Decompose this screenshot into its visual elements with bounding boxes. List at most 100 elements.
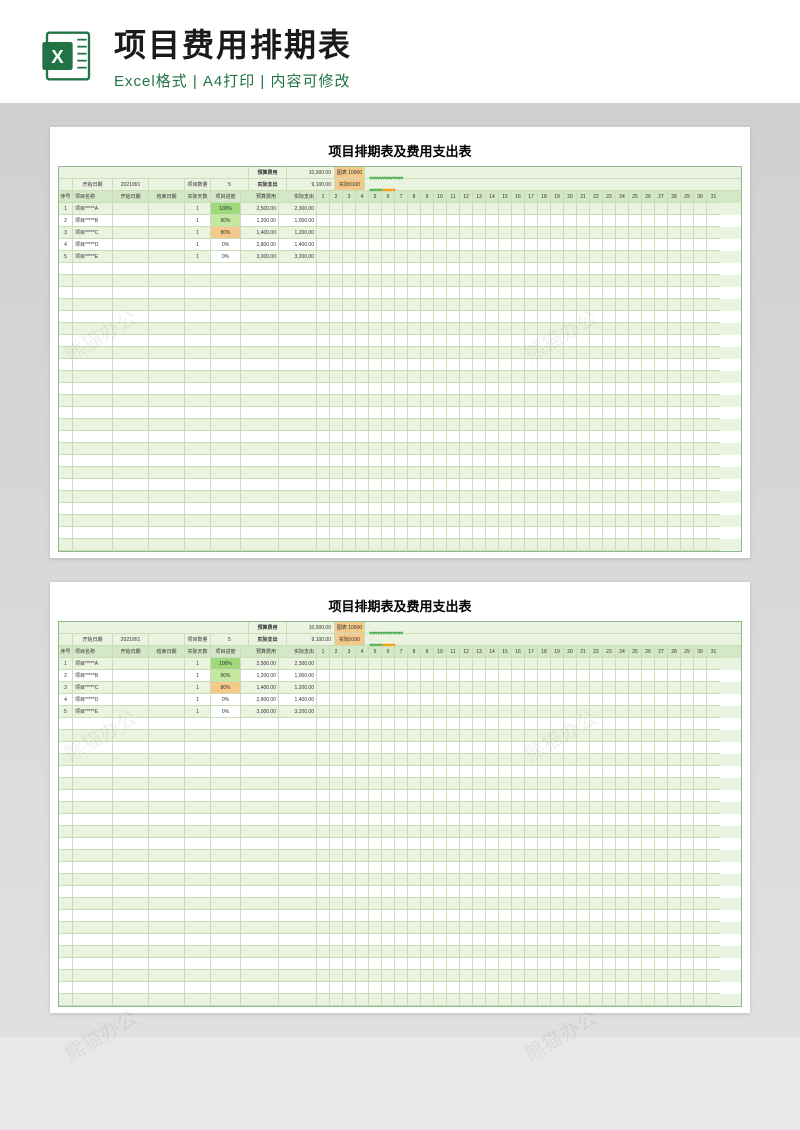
cell-day[interactable]: [369, 682, 382, 694]
cell-day[interactable]: [356, 658, 369, 670]
cell-day[interactable]: [343, 706, 356, 718]
cell-day[interactable]: [681, 215, 694, 227]
cell-day[interactable]: [421, 658, 434, 670]
cell-day[interactable]: [525, 203, 538, 215]
cell-day[interactable]: [642, 682, 655, 694]
cell-day[interactable]: [343, 251, 356, 263]
cell-day[interactable]: [395, 239, 408, 251]
table-row-empty[interactable]: [59, 455, 741, 467]
col-day[interactable]: 22: [590, 646, 603, 658]
cell-day[interactable]: [369, 670, 382, 682]
cell-day[interactable]: [694, 215, 707, 227]
cell-day[interactable]: [629, 203, 642, 215]
cell-day[interactable]: [629, 251, 642, 263]
cell-day[interactable]: [525, 227, 538, 239]
table-row-empty[interactable]: [59, 275, 741, 287]
table-row[interactable]: 3项目*****C180%1,400.001,200.00: [59, 682, 741, 694]
cell-day[interactable]: [655, 694, 668, 706]
table-row-empty[interactable]: [59, 431, 741, 443]
cell-day[interactable]: [694, 706, 707, 718]
col-day[interactable]: 13: [473, 646, 486, 658]
cell-day[interactable]: [694, 227, 707, 239]
cell-day[interactable]: [317, 239, 330, 251]
table-row-empty[interactable]: [59, 838, 741, 850]
cell-day[interactable]: [395, 203, 408, 215]
cell-day[interactable]: [590, 227, 603, 239]
cell-seq[interactable]: 2: [59, 670, 73, 682]
col-day[interactable]: 26: [642, 191, 655, 203]
cell-day[interactable]: [486, 203, 499, 215]
cell-day[interactable]: [382, 227, 395, 239]
cell-day[interactable]: [330, 694, 343, 706]
table-row-empty[interactable]: [59, 323, 741, 335]
cell-day[interactable]: [590, 203, 603, 215]
cell-start[interactable]: [113, 706, 149, 718]
cell-day[interactable]: [460, 251, 473, 263]
cell-day[interactable]: [408, 215, 421, 227]
cell-day[interactable]: [460, 658, 473, 670]
cell-day[interactable]: [512, 203, 525, 215]
col-day[interactable]: 20: [564, 646, 577, 658]
cell-day[interactable]: [499, 658, 512, 670]
cell-day[interactable]: [317, 251, 330, 263]
cell-day[interactable]: [434, 227, 447, 239]
cell-day[interactable]: [629, 215, 642, 227]
cell-day[interactable]: [642, 658, 655, 670]
table-row-empty[interactable]: [59, 359, 741, 371]
table-row-empty[interactable]: [59, 874, 741, 886]
cell-start[interactable]: [113, 251, 149, 263]
cell-day[interactable]: [707, 706, 720, 718]
col-name[interactable]: 项目名称: [73, 646, 113, 658]
cell-day[interactable]: [694, 203, 707, 215]
cell-day[interactable]: [356, 706, 369, 718]
cell-day[interactable]: [590, 658, 603, 670]
table-row-empty[interactable]: [59, 850, 741, 862]
col-day[interactable]: 12: [460, 191, 473, 203]
cell-day[interactable]: [434, 215, 447, 227]
cell-day[interactable]: [421, 203, 434, 215]
col-day[interactable]: 8: [408, 646, 421, 658]
cell-day[interactable]: [642, 251, 655, 263]
cell-seq[interactable]: 1: [59, 203, 73, 215]
col-progress[interactable]: 项目进度: [211, 191, 241, 203]
cell-day[interactable]: [551, 670, 564, 682]
cell-day[interactable]: [681, 670, 694, 682]
cell-day[interactable]: [629, 239, 642, 251]
cell-day[interactable]: [525, 251, 538, 263]
cell-day[interactable]: [447, 670, 460, 682]
col-day[interactable]: 6: [382, 191, 395, 203]
cell-progress[interactable]: 0%: [211, 239, 241, 251]
cell-day[interactable]: [447, 706, 460, 718]
cell-day[interactable]: [525, 239, 538, 251]
table-row-empty[interactable]: [59, 958, 741, 970]
cell-progress[interactable]: 90%: [211, 215, 241, 227]
cell-day[interactable]: [421, 215, 434, 227]
cell-day[interactable]: [681, 227, 694, 239]
cell-day[interactable]: [317, 203, 330, 215]
cell-day[interactable]: [707, 670, 720, 682]
cell-day[interactable]: [408, 670, 421, 682]
cell-day[interactable]: [499, 682, 512, 694]
cell-day[interactable]: [486, 227, 499, 239]
col-day[interactable]: 14: [486, 646, 499, 658]
cell-day[interactable]: [369, 203, 382, 215]
cell-day[interactable]: [694, 239, 707, 251]
table-row-empty[interactable]: [59, 347, 741, 359]
col-day[interactable]: 9: [421, 646, 434, 658]
table-row-empty[interactable]: [59, 790, 741, 802]
col-day[interactable]: 3: [343, 191, 356, 203]
table-row-empty[interactable]: [59, 970, 741, 982]
cell-budget[interactable]: 3,000.00: [241, 251, 279, 263]
col-day[interactable]: 23: [603, 646, 616, 658]
cell-day[interactable]: [356, 239, 369, 251]
cell-day[interactable]: [642, 706, 655, 718]
col-day[interactable]: 2: [330, 646, 343, 658]
cell-day[interactable]: [694, 251, 707, 263]
table-row-empty[interactable]: [59, 802, 741, 814]
col-day[interactable]: 19: [551, 646, 564, 658]
cell-actual[interactable]: 1,400.00: [279, 239, 317, 251]
cell-actual[interactable]: 1,400.00: [279, 694, 317, 706]
cell-days[interactable]: 1: [185, 658, 211, 670]
cell-day[interactable]: [707, 658, 720, 670]
cell-day[interactable]: [681, 682, 694, 694]
